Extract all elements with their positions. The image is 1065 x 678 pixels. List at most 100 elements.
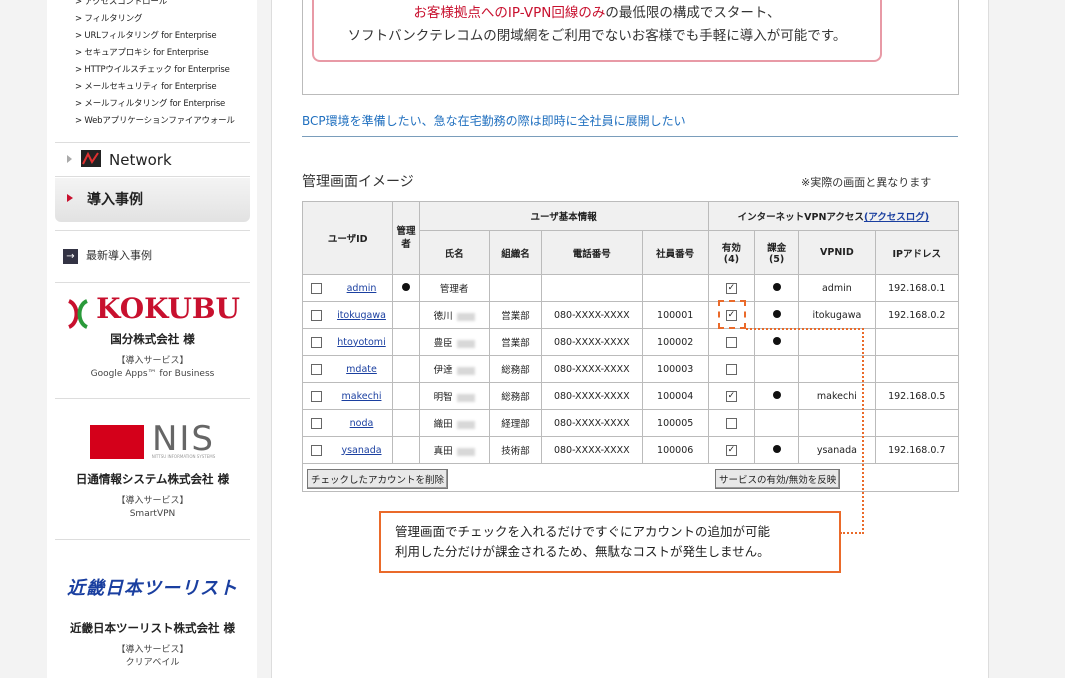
- ip-cell: 192.168.0.2: [874, 301, 960, 329]
- ip-cell: [874, 409, 960, 437]
- phone-cell: 080-XXXX-XXXX: [541, 436, 643, 464]
- name-text: 真田: [433, 446, 453, 457]
- case-service: SmartVPN: [129, 509, 176, 519]
- case-knt[interactable]: 近畿日本ツーリスト 近畿日本ツーリスト株式会社 様 【導入サービス】 クリアベイ…: [55, 574, 250, 670]
- case-company: 日通情報システム株式会社 様: [75, 472, 230, 486]
- admin-cell: [392, 409, 420, 437]
- case-kokubu[interactable]: KOKUBU 国分株式会社 様 【導入サービス】 Google Apps™ fo…: [55, 292, 250, 381]
- row-select-checkbox[interactable]: [311, 444, 322, 456]
- blurred-name: [456, 312, 475, 321]
- name-cell: 明智: [418, 382, 490, 410]
- connector-line: [862, 328, 864, 534]
- header-userinfo: ユーザ基本情報: [418, 201, 709, 231]
- user-id-link[interactable]: admin: [334, 283, 389, 294]
- case-nis[interactable]: NIS NITTSU INFORMATION SYSTEMS 日通情報システム株…: [55, 422, 250, 521]
- row-select-checkbox[interactable]: [311, 336, 322, 348]
- nav-network[interactable]: Network: [55, 142, 250, 177]
- name-text: 伊達: [433, 365, 453, 376]
- callout-box: 管理画面でチェックを入れるだけですぐにアカウントの追加が可能 利用した分だけが課…: [379, 511, 841, 573]
- admin-cell: [392, 328, 420, 356]
- case-service-label: 【導入サービス】: [116, 355, 189, 366]
- table-row: makechi 明智 総務部 080-XXXX-XXXX 100004 ✓ makechi 1…: [301, 382, 960, 410]
- enabled-cell: [707, 328, 756, 356]
- row-select-checkbox[interactable]: [311, 282, 322, 294]
- row-select-checkbox[interactable]: [311, 363, 322, 375]
- phone-cell: [541, 274, 643, 302]
- case-service-label: 【導入サービス】: [116, 496, 189, 506]
- menu-item[interactable]: > URLフィルタリング for Enterprise: [75, 28, 235, 45]
- enabled-checkbox[interactable]: ✓: [725, 444, 737, 456]
- billing-dot-icon: [772, 309, 781, 318]
- empno-cell: 100002: [641, 328, 709, 356]
- case-service: クリアベイル: [125, 658, 180, 668]
- menu-item[interactable]: > メールフィルタリング for Enterprise: [75, 96, 235, 113]
- org-cell: 総務部: [488, 382, 543, 410]
- callout-line: 管理画面でチェックを入れるだけですぐにアカウントの追加が可能: [395, 524, 771, 539]
- user-id-cell: admin: [301, 274, 394, 302]
- header-empno: 社員番号: [641, 230, 709, 275]
- menu-item[interactable]: > Webアプリケーションファイアウォール: [75, 113, 235, 130]
- arrow-right-icon: [67, 155, 72, 163]
- nis-logo: NIS NITTSU INFORMATION SYSTEMS: [55, 422, 250, 459]
- highlight-marker: [718, 300, 746, 329]
- name-cell: 伊達: [418, 355, 490, 383]
- name-text: 徳川: [433, 311, 453, 322]
- kokubu-mark-icon: [67, 298, 89, 329]
- nav-cases[interactable]: 導入事例: [55, 178, 250, 222]
- user-id-link[interactable]: itokugawa: [334, 310, 389, 321]
- vpnid-cell: admin: [798, 274, 876, 302]
- user-id-link[interactable]: noda: [334, 418, 389, 429]
- latest-cases-link[interactable]: → 最新導入事例: [63, 247, 152, 264]
- nav-network-label: Network: [109, 151, 172, 169]
- name-cell: 豊臣: [418, 328, 490, 356]
- empno-cell: 100006: [641, 436, 709, 464]
- user-id-link[interactable]: makechi: [334, 391, 389, 402]
- enabled-checkbox[interactable]: ✓: [725, 390, 737, 402]
- menu-item[interactable]: > フィルタリング: [75, 11, 235, 28]
- menu-item[interactable]: > HTTPウイルスチェック for Enterprise: [75, 62, 235, 79]
- divider: [55, 230, 250, 231]
- kokubu-logo-text: KOKUBU: [96, 292, 240, 325]
- enabled-checkbox[interactable]: [725, 336, 737, 348]
- connector-line: [746, 328, 864, 330]
- enabled-checkbox[interactable]: ✓: [725, 282, 737, 294]
- user-id-link[interactable]: mdate: [334, 364, 389, 375]
- delete-accounts-button[interactable]: チェックしたアカウントを削除: [307, 469, 449, 489]
- empno-cell: 100004: [641, 382, 709, 410]
- menu-item[interactable]: > メールセキュリティ for Enterprise: [75, 79, 235, 96]
- case-company: 国分株式会社 様: [110, 331, 195, 346]
- header-enabled: 有効 (4): [707, 230, 756, 275]
- user-table: ユーザID 管理者 ユーザ基本情報 インターネットVPNアクセス(アクセスログ)…: [301, 201, 960, 492]
- vpnid-cell: itokugawa: [798, 301, 876, 329]
- menu-item[interactable]: > アクセスコントロール: [75, 0, 235, 11]
- row-select-checkbox[interactable]: [311, 417, 322, 429]
- ip-cell: 192.168.0.5: [874, 382, 960, 410]
- org-cell: 営業部: [488, 328, 543, 356]
- name-cell: 真田: [418, 436, 490, 464]
- user-id-cell: mdate: [301, 355, 394, 383]
- billing-dot-icon: [772, 282, 781, 291]
- enabled-checkbox[interactable]: [725, 417, 737, 429]
- main-content: お客様拠点へのIP-VPN回線のみの最低限の構成でスタート、 ソフトバンクテレコ…: [271, 0, 989, 678]
- empno-cell: 100003: [641, 355, 709, 383]
- ip-cell: [874, 328, 960, 356]
- enabled-checkbox[interactable]: [725, 363, 737, 375]
- access-log-link[interactable]: (アクセスログ): [864, 212, 929, 223]
- highlight-box: お客様拠点へのIP-VPN回線のみの最低限の構成でスタート、 ソフトバンクテレコ…: [312, 0, 882, 62]
- admin-cell: [392, 355, 420, 383]
- org-cell: 営業部: [488, 301, 543, 329]
- header-org: 組織名: [488, 230, 543, 275]
- org-cell: 総務部: [488, 355, 543, 383]
- knt-logo-text: 近畿日本ツーリスト: [67, 578, 238, 599]
- row-select-checkbox[interactable]: [311, 309, 322, 321]
- empno-cell: [641, 274, 709, 302]
- user-id-cell: itokugawa: [301, 301, 394, 329]
- billing-cell: [754, 301, 800, 329]
- apply-service-button[interactable]: サービスの有効/無効を反映: [715, 469, 841, 489]
- menu-item[interactable]: > セキュアプロキシ for Enterprise: [75, 45, 235, 62]
- name-text: 明智: [433, 392, 453, 403]
- user-id-link[interactable]: ysanada: [334, 445, 389, 456]
- row-select-checkbox[interactable]: [311, 390, 322, 402]
- user-id-link[interactable]: htoyotomi: [334, 337, 389, 348]
- phone-cell: 080-XXXX-XXXX: [541, 382, 643, 410]
